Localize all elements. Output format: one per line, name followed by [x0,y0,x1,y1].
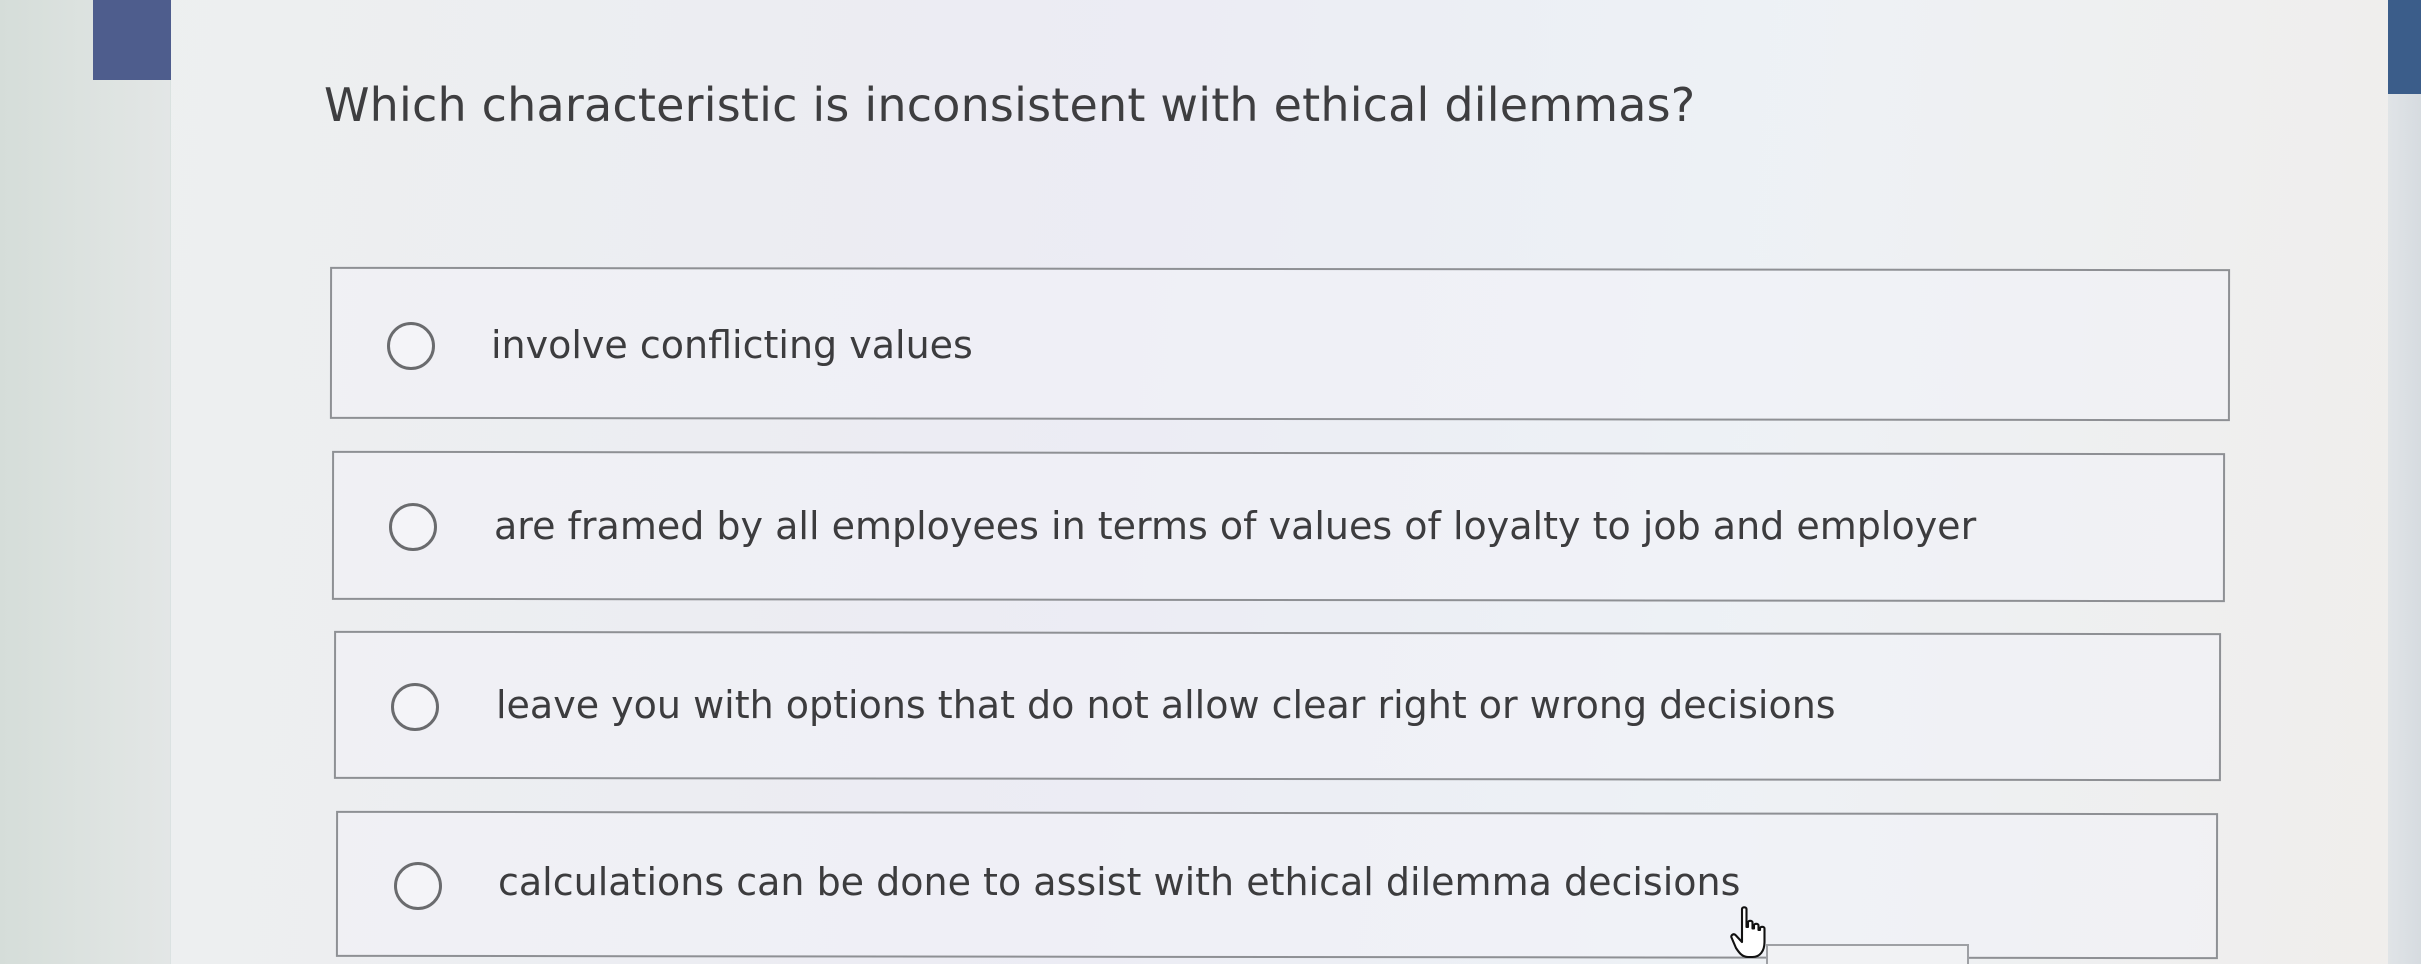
header-accent-right [2388,0,2421,94]
radio-button-2[interactable] [389,503,437,551]
answer-option-label: calculations can be done to assist with … [498,860,1741,904]
radio-button-4[interactable] [394,862,442,910]
right-scroll-track [2388,94,2421,964]
hand-pointer-icon [1730,906,1766,959]
answer-option-label: leave you with options that do not allow… [496,683,1836,727]
answer-option-label: involve conflicting values [491,323,973,367]
answer-option-label: are framed by all employees in terms of … [494,504,1977,548]
question-text: Which characteristic is inconsistent wit… [324,78,1696,132]
radio-button-3[interactable] [391,683,439,731]
radio-button-1[interactable] [387,322,435,370]
header-accent-left [93,0,171,80]
left-margin [0,0,170,964]
tooltip-popup [1766,944,1969,964]
